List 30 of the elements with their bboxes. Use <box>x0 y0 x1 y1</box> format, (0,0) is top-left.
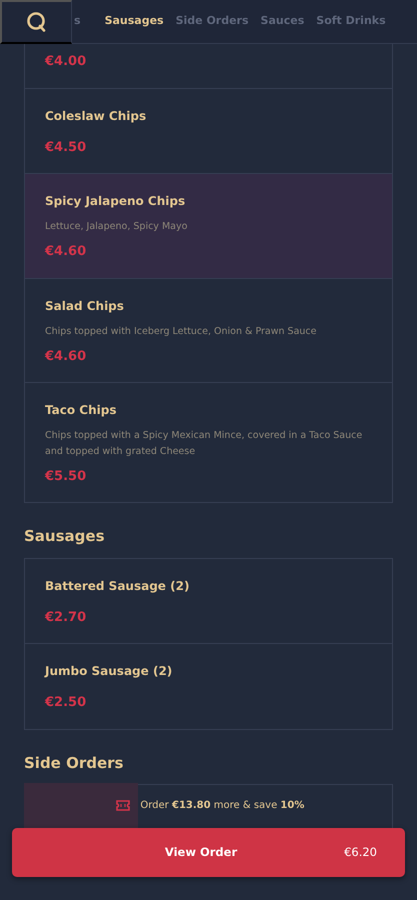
item-name: Spicy Jalapeno Chips <box>45 193 186 210</box>
section-title: Side Orders <box>24 752 124 774</box>
item-price: €4.00 <box>45 53 88 71</box>
menu-item[interactable]: Salad Chips Chips topped with Iceberg Lettuce, Onion & Prawn Sauce €4.60 <box>25 278 392 382</box>
item-price: €2.70 <box>45 608 88 627</box>
menu-item[interactable]: Jumbo Sausage (2) €2.50 <box>25 643 392 729</box>
item-price: €4.60 <box>45 243 88 262</box>
search-icon <box>26 10 48 32</box>
item-description: Chips topped with a Spicy Mexican Mince, covered in a Taco Sauce and topped with grated Cheese <box>45 429 364 459</box>
section-title: Sausages <box>24 526 106 548</box>
item-price: €5.50 <box>45 468 88 486</box>
search-button[interactable] <box>0 0 72 44</box>
item-price: €4.60 <box>45 348 88 366</box>
item-name: Taco Chips <box>45 402 118 420</box>
view-order-button[interactable]: View Order €6.20 <box>12 828 405 877</box>
item-name: Jumbo Sausage (2) <box>45 663 174 680</box>
item-name: Salad Chips <box>45 298 125 315</box>
item-name: Coleslaw Chips <box>45 108 148 124</box>
category-tab[interactable]: Sausages <box>92 13 164 30</box>
menu-item[interactable]: Spicy Jalapeno Chips Lettuce, Jalapeno, Spicy Mayo €4.60 <box>25 173 392 278</box>
item-price: €2.50 <box>45 694 88 712</box>
savings-message: Order €13.80 more & save 10% <box>140 799 304 813</box>
item-description: Lettuce, Jalapeno, Spicy Mayo <box>45 220 188 234</box>
order-total: €6.20 <box>344 844 378 861</box>
menu-item[interactable]: Battered Sausage (2) €2.70 <box>25 558 392 644</box>
item-name: Battered Sausage (2) <box>45 578 190 595</box>
ticket-icon <box>116 800 130 811</box>
item-price: €4.50 <box>45 138 88 156</box>
item-description: Chips topped with Iceberg Lettuce, Onion & Prawn Sauce <box>45 324 318 339</box>
menu-item[interactable]: Taco Chips Chips topped with a Spicy Mexican Mince, covered in a Taco Sauce and topped with grated Cheese €5.50 <box>25 382 392 502</box>
